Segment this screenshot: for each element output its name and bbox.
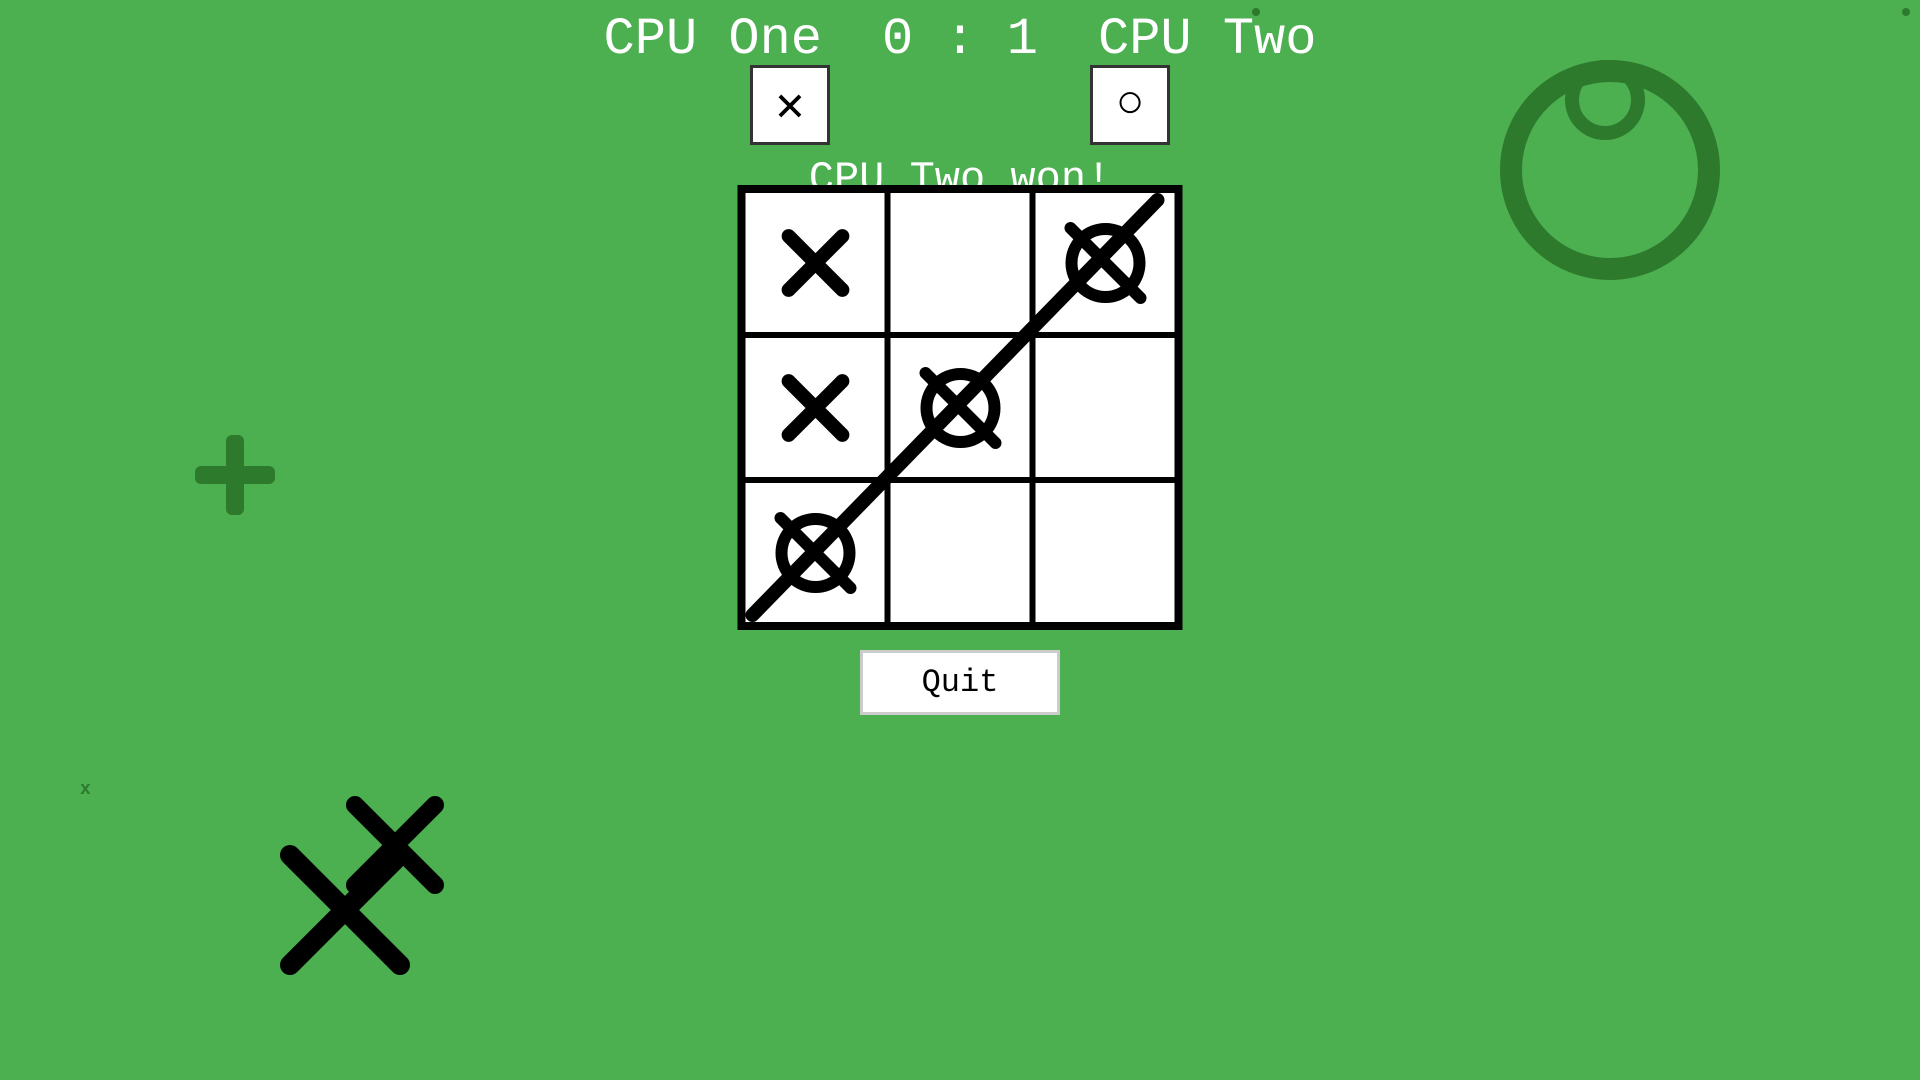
cell-1-1[interactable] [888, 335, 1033, 480]
player2-score-icon: ○ [1090, 65, 1170, 145]
cell-0-2[interactable] [1033, 190, 1178, 335]
header: CPU One 0 : 1 CPU Two [0, 0, 1920, 69]
cell-1-2[interactable] [1033, 335, 1178, 480]
cell-0-0[interactable] [743, 190, 888, 335]
game-board-container [738, 185, 1183, 630]
deco-x-tiny-icon: x [80, 780, 91, 800]
o-mark-1-1 [915, 363, 1005, 453]
quit-button[interactable]: Quit [860, 650, 1060, 715]
player1-score-icon: ✕ [750, 65, 830, 145]
cell-2-2[interactable] [1033, 480, 1178, 625]
deco-plus-icon [190, 430, 280, 525]
game-board [738, 185, 1183, 630]
player1-name: CPU One [604, 10, 822, 69]
deco-x-large-icon [280, 845, 410, 980]
x-mark-0-0 [770, 218, 860, 308]
cell-2-1[interactable] [888, 480, 1033, 625]
o-mark-0-2 [1060, 218, 1150, 308]
score-display: 0 : 1 [882, 10, 1038, 69]
cell-0-1[interactable] [888, 190, 1033, 335]
player2-name: CPU Two [1098, 10, 1316, 69]
score-icons-row: ✕ ○ [750, 65, 1170, 145]
o-mark-2-0 [770, 508, 860, 598]
cell-1-0[interactable] [743, 335, 888, 480]
x-mark-1-0 [770, 363, 860, 453]
cell-2-0[interactable] [743, 480, 888, 625]
deco-circle-small [1565, 60, 1645, 140]
